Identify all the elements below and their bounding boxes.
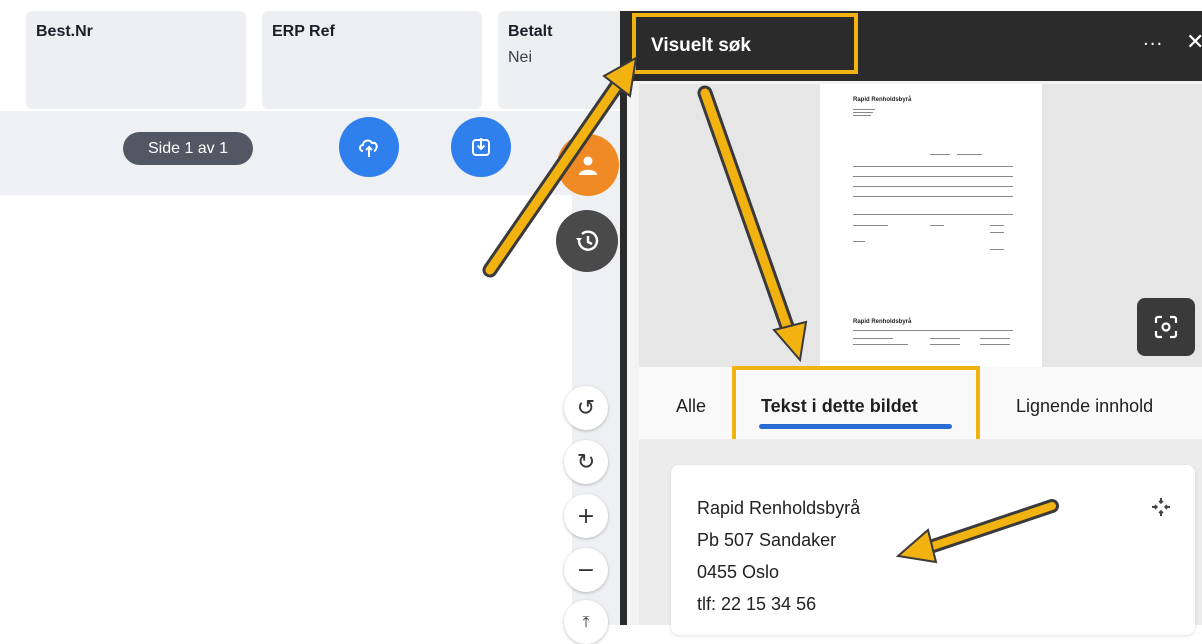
history-icon (576, 230, 599, 251)
rotate-right-icon: ↻ (576, 449, 596, 475)
result-line[interactable]: Rapid Renholdsbyrå (697, 498, 860, 519)
fit-button[interactable]: ⤒ (564, 600, 608, 644)
tab-alle[interactable]: Alle (676, 396, 706, 417)
close-button[interactable]: ✕ (1186, 30, 1202, 55)
visual-scan-button[interactable] (1137, 298, 1195, 356)
doc-line (990, 249, 1004, 250)
doc-footer-text: Rapid Renholdsbyrå (853, 319, 912, 325)
doc-line (980, 338, 1010, 339)
doc-line (930, 225, 944, 226)
doc-line (853, 344, 908, 345)
user-icon (579, 156, 597, 175)
result-line[interactable]: tlf: 22 15 34 56 (697, 594, 816, 615)
fit-top-icon: ⤒ (582, 612, 590, 631)
field-best-nr: Best.Nr (26, 11, 246, 109)
doc-line (957, 154, 982, 155)
scan-icon (1154, 315, 1178, 339)
rotate-left-button[interactable]: ↺ (564, 386, 608, 430)
field-label: Betalt (508, 23, 553, 40)
doc-table-line (853, 186, 1013, 187)
field-label: Best.Nr (36, 23, 93, 40)
field-label: ERP Ref (272, 23, 335, 40)
doc-line (980, 344, 1010, 345)
doc-table-line (853, 176, 1013, 177)
zoom-out-button[interactable]: − (564, 548, 608, 592)
doc-line (853, 241, 865, 242)
page-indicator: Side 1 av 1 (123, 132, 253, 165)
expand-icon[interactable] (1150, 496, 1172, 518)
rotate-right-button[interactable]: ↻ (564, 440, 608, 484)
document-thumbnail[interactable]: Rapid Renholdsbyrå Rapid Renholdsbyrå (820, 84, 1042, 367)
doc-line (853, 214, 1013, 215)
tab-highlight-box (732, 366, 980, 443)
user-button[interactable] (557, 134, 619, 196)
download-icon (472, 138, 490, 156)
document-toolbar (0, 111, 620, 195)
doc-line (853, 115, 871, 116)
doc-line (930, 344, 960, 345)
doc-table-line (853, 196, 1013, 197)
doc-line (853, 112, 873, 113)
title-highlight-box (632, 13, 858, 74)
doc-line (990, 225, 1004, 226)
doc-line (990, 232, 1004, 233)
tab-lignende-innhold[interactable]: Lignende innhold (1016, 396, 1153, 417)
panel-divider (620, 11, 627, 625)
result-line[interactable]: Pb 507 Sandaker (697, 530, 836, 551)
rotate-left-icon: ↺ (576, 395, 596, 421)
more-options-button[interactable]: ··· (1143, 34, 1163, 55)
doc-line (853, 225, 888, 226)
doc-table-line (853, 166, 1013, 167)
result-line[interactable]: 0455 Oslo (697, 562, 779, 583)
field-erp-ref: ERP Ref (262, 11, 482, 109)
cloud-upload-icon (359, 139, 378, 157)
minus-icon: − (576, 557, 596, 583)
field-value: Nei (508, 49, 533, 66)
doc-line (853, 338, 893, 339)
plus-icon: + (576, 503, 596, 529)
doc-line (930, 338, 960, 339)
doc-header-text: Rapid Renholdsbyrå (853, 97, 912, 103)
zoom-in-button[interactable]: + (564, 494, 608, 538)
history-button[interactable] (556, 210, 618, 272)
upload-button[interactable] (339, 117, 399, 177)
doc-line (930, 154, 950, 155)
doc-line (853, 330, 1013, 331)
download-button[interactable] (451, 117, 511, 177)
doc-line (853, 109, 875, 110)
field-betalt: Betalt Nei (498, 11, 638, 109)
